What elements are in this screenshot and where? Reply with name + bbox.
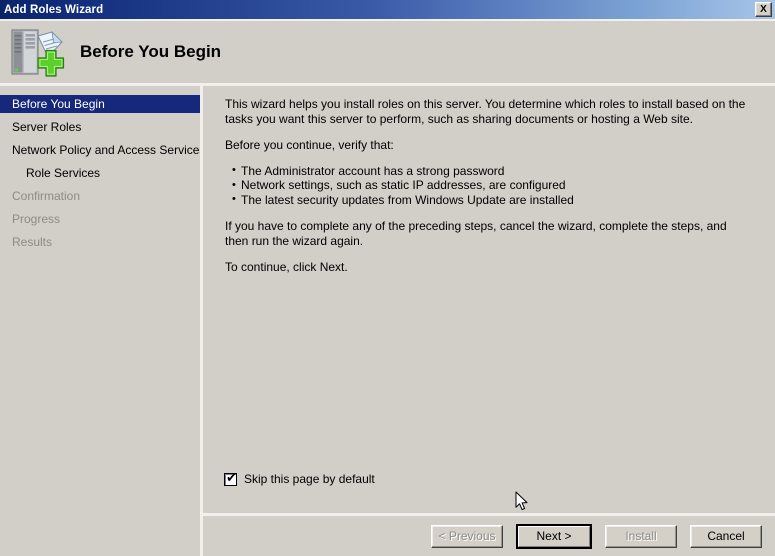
list-item: The latest security updates from Windows… (232, 192, 756, 208)
cancel-note-paragraph: If you have to complete any of the prece… (225, 219, 727, 248)
intro-paragraph: This wizard helps you install roles on t… (225, 97, 746, 126)
close-icon[interactable]: X (755, 2, 772, 17)
continue-note-paragraph: To continue, click Next. (225, 260, 348, 274)
sidebar-item-network-policy-and-access-services[interactable]: Network Policy and Access Services (0, 141, 205, 159)
next-button[interactable]: Next > (516, 523, 592, 549)
list-item: Network settings, such as static IP addr… (232, 178, 756, 193)
skip-this-page-checkbox[interactable]: ✔ (224, 470, 237, 486)
verify-list: The Administrator account has a strong p… (225, 163, 756, 208)
add-roles-wizard-window: Add Roles Wizard X Before You Begin Befo… (0, 0, 775, 556)
wizard-content-panel: This wizard helps you install roles on t… (203, 86, 775, 513)
cancel-button[interactable]: Cancel (690, 524, 762, 548)
skip-this-page-label[interactable]: Skip this page by default (244, 472, 375, 486)
server-add-icon (8, 26, 66, 78)
install-button: Install (605, 524, 677, 548)
header-banner: Before You Begin (0, 21, 775, 83)
wizard-step-nav: Before You Begin Server Roles Network Po… (0, 86, 205, 556)
next-button-inner: Next > (518, 525, 590, 547)
verify-heading: Before you continue, verify that: (225, 138, 394, 152)
previous-button: < Previous (431, 524, 503, 548)
sidebar-item-role-services[interactable]: Role Services (0, 164, 200, 182)
page-title: Before You Begin (80, 42, 222, 61)
sidebar-item-server-roles[interactable]: Server Roles (0, 118, 200, 136)
sidebar-item-confirmation: Confirmation (12, 189, 81, 203)
sidebar-item-before-you-begin[interactable]: Before You Begin (0, 95, 200, 113)
list-item: The Administrator account has a strong p… (232, 163, 756, 179)
wizard-button-bar: < Previous Next > Install Cancel (203, 516, 775, 556)
checkmark-icon: ✔ (226, 470, 237, 486)
sidebar-item-results: Results (12, 235, 53, 249)
skip-page-row[interactable]: ✔ Skip this page by default (224, 471, 375, 487)
window-title: Add Roles Wizard (4, 3, 104, 16)
sidebar-item-progress: Progress (12, 212, 61, 226)
title-bar[interactable]: Add Roles Wizard X (0, 0, 775, 19)
